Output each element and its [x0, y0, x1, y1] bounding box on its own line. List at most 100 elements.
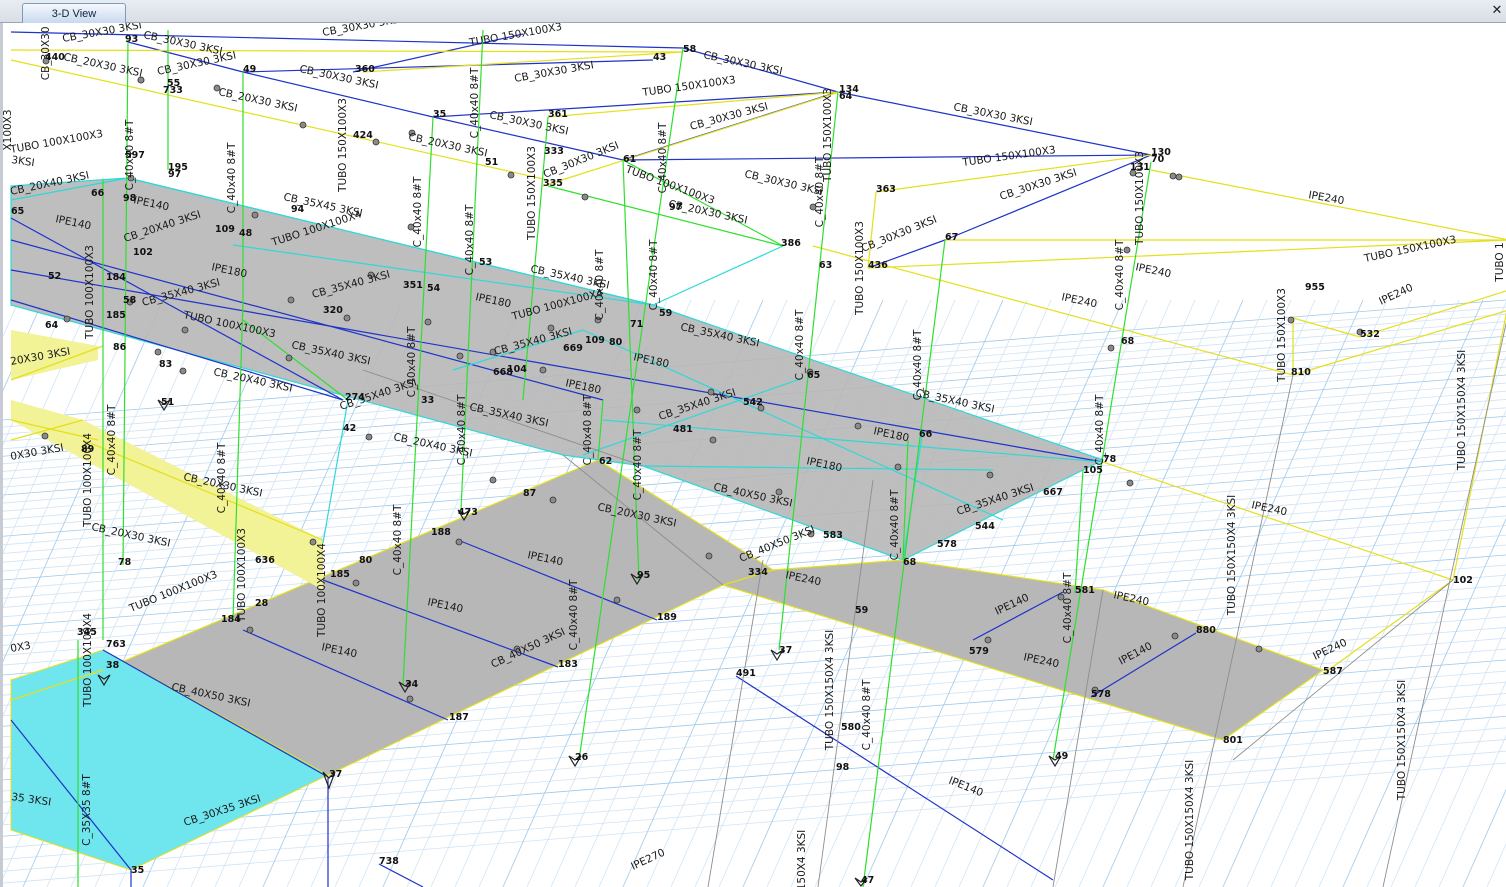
node-dot[interactable] [424, 318, 432, 326]
node-dot[interactable] [1169, 172, 1177, 180]
joint-number-label: 33 [421, 395, 434, 406]
joint-number-label: 334 [748, 567, 768, 578]
joint-number-label: 35 [131, 865, 144, 876]
joint-number-label: 184 [221, 614, 241, 625]
beam-member[interactable] [652, 245, 784, 306]
node-dot[interactable] [372, 138, 380, 146]
node-dot[interactable] [705, 552, 713, 560]
node-dot[interactable] [365, 433, 373, 441]
close-icon[interactable]: ✕ [1490, 2, 1504, 18]
column-section-label: C_40x40 8#T [648, 239, 660, 310]
node-dot[interactable] [1287, 316, 1295, 324]
joint-number-label: 187 [449, 712, 469, 723]
structural-model-canvas[interactable]: CB_30X30 3KSI CB_30X30 3KSICB_20X30 3KSI C… [3, 23, 1506, 887]
node-dot[interactable] [285, 354, 293, 362]
node-dot[interactable] [299, 121, 307, 129]
joint-number-label: 738 [379, 856, 399, 867]
node-dot[interactable] [986, 471, 994, 479]
node-dot[interactable] [343, 314, 351, 322]
joint-number-label: 37 [329, 769, 342, 780]
node-dot[interactable] [613, 596, 621, 604]
beam-member[interactable] [10, 49, 684, 53]
node-dot[interactable] [581, 193, 589, 201]
joint-number-label: 86 [113, 342, 127, 353]
node-dot[interactable] [984, 636, 992, 644]
node-dot[interactable] [1171, 632, 1179, 640]
member-section-label: IPE240 [1060, 291, 1098, 310]
joint-number-label: 320 [323, 305, 343, 316]
node-dot[interactable] [456, 352, 464, 360]
node-dot[interactable] [1175, 173, 1183, 181]
beam-member[interactable] [10, 59, 549, 181]
joint-number-label: 35 [433, 109, 446, 120]
node-dot[interactable] [352, 579, 360, 587]
node-dot[interactable] [251, 211, 259, 219]
tab-3d-view[interactable]: 3-D View [22, 3, 126, 23]
column-section-label: C_40x40 8#T [657, 122, 669, 193]
joint-number-label: 668 [493, 367, 513, 378]
joint-number-label: 578 [1091, 689, 1111, 700]
beam-member[interactable] [707, 559, 764, 887]
joint-number-label: 65 [807, 370, 820, 381]
beam-member[interactable] [867, 191, 877, 269]
joint-number-label: 532 [1360, 329, 1380, 340]
joint-number-label: 66 [91, 188, 105, 199]
beam-member[interactable] [547, 91, 840, 118]
node-dot[interactable] [539, 366, 547, 374]
member-section-label: CB_20X30 3KSI [62, 51, 143, 79]
node-dot[interactable] [406, 695, 414, 703]
joint-number-label: 51 [161, 397, 174, 408]
column-section-label: C_40x40 8#T [392, 504, 404, 575]
beam-member[interactable] [1322, 579, 1454, 675]
beam-member[interactable] [378, 863, 424, 887]
beam-member[interactable] [622, 154, 1152, 161]
node-dot[interactable] [181, 326, 189, 334]
node-dot[interactable] [154, 348, 162, 356]
member-section-label: CB_20X30 3KSI [217, 86, 298, 114]
column-section-label: TUBO 150X150X4 3KSI [1456, 350, 1468, 472]
column-section-label: TUBO 100X100X3 [236, 528, 248, 623]
beam-member[interactable] [362, 51, 684, 73]
column-section-label: C_40x40 8#T [632, 429, 644, 500]
node-dot[interactable] [489, 476, 497, 484]
column-section-label: TUBO 1 [1494, 242, 1506, 282]
grid-line [1222, 299, 1484, 887]
node-dot[interactable] [1107, 344, 1115, 352]
node-dot[interactable] [894, 463, 902, 471]
node-dot[interactable] [549, 496, 557, 504]
column-section-label: C_40x40 8#T [216, 442, 228, 513]
beam-member[interactable] [542, 91, 840, 187]
column-section-label: C_40x40 8#T [594, 249, 606, 320]
beam-member[interactable] [837, 91, 1152, 156]
node-dot[interactable] [633, 406, 641, 414]
joint-number-label: 351 [403, 280, 423, 291]
joint-number-label: 669 [563, 343, 583, 354]
node-dot[interactable] [179, 367, 187, 375]
beam-member[interactable] [1102, 461, 1454, 581]
model-3d-viewport[interactable]: CB_30X30 3KSI CB_30X30 3KSI CB_20X30 3KSI C… [0, 23, 1506, 887]
node-dot[interactable] [1126, 479, 1134, 487]
node-dot[interactable] [709, 436, 717, 444]
node-dot[interactable] [455, 538, 463, 546]
joint-number-label: 87 [523, 488, 536, 499]
column-section-label: C_40x40 8#T [464, 204, 476, 275]
node-dot[interactable] [854, 422, 862, 430]
joint-number-label: 581 [1075, 585, 1095, 596]
node-dot[interactable] [287, 296, 295, 304]
document-tab-bar: 3-D View ✕ [0, 0, 1506, 23]
joint-number-label: 66 [919, 429, 933, 440]
beam-member[interactable] [82, 439, 324, 541]
beam-member[interactable] [1150, 169, 1506, 241]
node-dot[interactable] [1255, 645, 1263, 653]
node-dot[interactable] [246, 626, 254, 634]
joint-number-label: 64 [45, 320, 59, 331]
node-dot[interactable] [507, 171, 515, 179]
joint-number-label: 361 [548, 109, 568, 120]
column-section-label: C_40x40 8#T [861, 679, 873, 750]
beam-member[interactable] [944, 154, 1152, 241]
node-dot[interactable] [63, 315, 71, 323]
node-dot[interactable] [41, 432, 49, 440]
joint-number-label: 587 [1323, 666, 1343, 677]
column-section-label: C_40x40 8#T [1114, 239, 1126, 310]
column-section-label: TUBO 150X100X3 [854, 221, 866, 316]
